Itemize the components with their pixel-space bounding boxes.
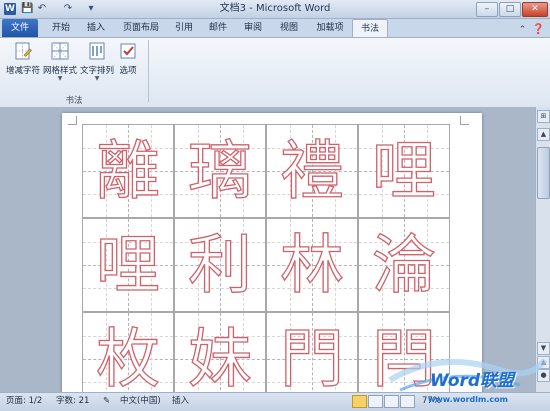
calligraphy-character[interactable]: 妹 — [175, 317, 265, 398]
calligraphy-character[interactable]: 林 — [267, 223, 357, 309]
grid-cell: 哩 — [358, 124, 450, 218]
window-title: 文档3 - Microsoft Word — [219, 3, 331, 14]
options-label: 选项 — [119, 66, 137, 76]
grid-style-icon — [51, 42, 69, 60]
help-icon[interactable]: ❓ — [532, 24, 545, 36]
scroll-up-icon[interactable]: ▲ — [537, 128, 550, 141]
tab-page-layout[interactable]: 页面布局 — [116, 19, 166, 37]
tab-view[interactable]: 视图 — [272, 19, 306, 37]
dropdown-arrow-icon: ▼ — [94, 75, 100, 82]
calligraphy-character[interactable]: 淪 — [359, 223, 449, 309]
grid-cell: 淪 — [358, 218, 450, 312]
grid-style-button[interactable]: 网格样式 ▼ — [42, 41, 78, 85]
calligraphy-character[interactable]: 利 — [175, 223, 265, 309]
grid-cell: 哩 — [82, 218, 174, 312]
calligraphy-character[interactable]: 禮 — [267, 129, 357, 215]
word-count[interactable]: 字数: 21 — [56, 392, 89, 410]
text-arrangement-button[interactable]: 文字排列 ▼ — [79, 41, 115, 85]
maximize-button[interactable]: □ — [499, 2, 521, 17]
calligraphy-character[interactable]: 哩 — [83, 223, 173, 309]
language-indicator[interactable]: 中文(中国) — [120, 392, 161, 410]
options-button[interactable]: 选项 — [116, 41, 140, 85]
calligraphy-character[interactable]: 離 — [83, 129, 173, 215]
close-button[interactable]: ✕ — [522, 2, 548, 17]
tab-file[interactable]: 文件 — [2, 19, 38, 37]
grid-cell: 妹 — [174, 312, 266, 398]
tab-mailings[interactable]: 邮件 — [202, 19, 234, 37]
crop-mark — [460, 116, 469, 125]
add-remove-characters-label: 增减字符 — [5, 66, 40, 76]
tab-insert[interactable]: 插入 — [80, 19, 112, 37]
ribbon-group-separator — [148, 40, 149, 102]
watermark-logo-text: Word联盟 — [430, 371, 515, 391]
insert-mode[interactable]: 插入 — [172, 392, 189, 410]
grid-cell: 林 — [266, 218, 358, 312]
calligraphy-character[interactable]: 門 — [267, 317, 357, 398]
print-layout-view-button[interactable] — [352, 395, 367, 408]
grid-cell: 禮 — [266, 124, 358, 218]
minimize-button[interactable]: – — [476, 2, 498, 17]
ribbon-group-label: 书法 — [65, 96, 83, 106]
grid-cell: 門 — [266, 312, 358, 398]
calligraphy-character[interactable]: 哩 — [359, 129, 449, 215]
options-icon — [120, 43, 136, 59]
calligraphy-character[interactable]: 枚 — [83, 317, 173, 398]
tab-home[interactable]: 开始 — [44, 19, 78, 37]
text-arrangement-icon — [89, 42, 105, 60]
dropdown-arrow-icon: ▼ — [57, 75, 63, 82]
grid-cell: 利 — [174, 218, 266, 312]
grid-cell: 璃 — [174, 124, 266, 218]
proofing-icon[interactable]: ✎ — [103, 392, 110, 410]
add-remove-characters-icon — [15, 42, 32, 60]
add-remove-characters-button[interactable]: 增减字符 — [5, 41, 41, 85]
page-count[interactable]: 页面: 1/2 — [6, 392, 42, 410]
crop-mark — [68, 116, 77, 125]
scrollbar-thumb[interactable] — [537, 147, 550, 199]
grid-cell: 離 — [82, 124, 174, 218]
ruler-toggle-icon[interactable]: ⊞ — [537, 110, 550, 123]
tab-calligraphy[interactable]: 书法 — [352, 19, 388, 38]
calligraphy-character[interactable]: 璃 — [175, 129, 265, 215]
watermark-url: www.wordlm.com — [428, 395, 508, 404]
tab-review[interactable]: 审阅 — [236, 19, 270, 37]
grid-cell: 枚 — [82, 312, 174, 398]
minimize-ribbon-icon[interactable]: ⌃ — [516, 24, 529, 36]
tab-addins[interactable]: 加载项 — [310, 19, 350, 37]
tab-references[interactable]: 引用 — [168, 19, 200, 37]
